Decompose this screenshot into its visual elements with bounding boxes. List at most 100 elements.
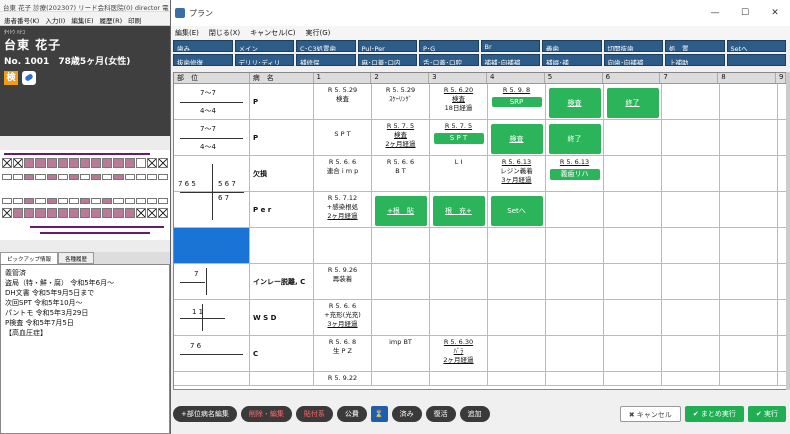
tooth[interactable] xyxy=(146,158,157,168)
done-button[interactable]: 済み xyxy=(391,406,422,422)
tooth[interactable] xyxy=(124,208,135,218)
plan-cell[interactable]: R 5. 6.20 検査 18日経過 xyxy=(430,84,488,119)
finish-button[interactable]: 終了 xyxy=(548,124,601,154)
plan-cell[interactable] xyxy=(546,264,604,299)
toolbar-button[interactable]: Pul･Per xyxy=(357,40,417,52)
tooth[interactable] xyxy=(35,158,46,168)
close-icon[interactable]: ✕ xyxy=(760,8,790,18)
plan-cell[interactable]: 終了 xyxy=(546,120,604,155)
plan-cell[interactable] xyxy=(662,336,720,371)
menu-close[interactable]: 閉じる(X) xyxy=(209,28,240,38)
disease-name[interactable]: W S D xyxy=(250,300,314,335)
tooth[interactable] xyxy=(35,208,46,218)
toolbar-button[interactable]: P･G xyxy=(419,40,479,52)
disease-name[interactable]: C xyxy=(250,336,314,371)
plan-cell[interactable] xyxy=(720,120,778,155)
tooth-position[interactable] xyxy=(174,228,250,263)
plan-cell[interactable]: R 5. 9.22 xyxy=(314,372,372,385)
toolbar-button[interactable] xyxy=(726,54,786,66)
medication-icon[interactable] xyxy=(22,71,36,85)
execute-button[interactable]: ✔ 実行 xyxy=(747,406,786,422)
plan-cell[interactable]: S P T xyxy=(314,120,372,155)
bg-menu-1[interactable]: 入力(I) xyxy=(45,17,65,25)
plan-cell[interactable] xyxy=(720,156,778,191)
plan-cell[interactable] xyxy=(372,264,430,299)
tooth[interactable] xyxy=(157,208,169,218)
toolbar-button[interactable]: 義歯 xyxy=(542,40,602,52)
toolbar-button[interactable]: Br xyxy=(480,40,540,52)
plan-cell[interactable] xyxy=(604,264,662,299)
table-row-selected[interactable] xyxy=(174,228,786,264)
disease-name[interactable]: インレー脱離, C xyxy=(250,264,314,299)
plan-cell[interactable] xyxy=(720,192,778,227)
plan-cell[interactable]: imp BT xyxy=(372,336,430,371)
disease-name[interactable] xyxy=(250,228,314,263)
plan-cell[interactable] xyxy=(372,300,430,335)
root-fill-button[interactable]: 根 充+ xyxy=(432,196,485,226)
plan-cell[interactable]: R 5. 6.30 ﾊﾞﾗ 2ヶ月経過 xyxy=(430,336,488,371)
tooth-position[interactable]: 7～7 4～4 xyxy=(174,120,250,155)
delete-edit-button[interactable]: 削除・編集 xyxy=(240,406,292,422)
tooth[interactable] xyxy=(113,158,124,168)
plan-cell[interactable] xyxy=(720,336,778,371)
tooth[interactable] xyxy=(24,158,35,168)
toolbar-button[interactable]: 麻･口蓋･口内 xyxy=(357,54,417,66)
tooth-position[interactable]: 7 xyxy=(174,264,250,299)
vertical-scrollbar[interactable] xyxy=(786,72,790,390)
plan-cell[interactable] xyxy=(662,264,720,299)
exam-badge[interactable]: 検 xyxy=(4,71,18,85)
toolbar-button[interactable]: 処 置 xyxy=(665,40,725,52)
toolbar-button[interactable]: C･C3処置歯 xyxy=(296,40,356,52)
toolbar-button[interactable]: 補補･向補補 xyxy=(480,54,540,66)
spt-button[interactable]: S P T xyxy=(433,133,484,144)
table-row[interactable]: 1 1 W S D R 5. 6. 6 +充形(光充) 3ヶ月経過 xyxy=(174,300,786,336)
toolbar-button[interactable]: 抜歯修復 xyxy=(173,54,233,66)
plan-cell[interactable]: L I xyxy=(430,156,488,191)
tab-history[interactable]: 各種履歴 xyxy=(58,252,95,264)
tooth[interactable] xyxy=(57,158,68,168)
plan-cell[interactable] xyxy=(662,84,720,119)
menu-cancel[interactable]: キャンセル(C) xyxy=(250,28,295,38)
public-expense-button[interactable]: 公費 xyxy=(336,406,367,422)
plan-cell[interactable] xyxy=(372,372,430,385)
table-row[interactable]: R 5. 9.22 xyxy=(174,372,786,386)
tooth[interactable] xyxy=(24,208,35,218)
tooth[interactable] xyxy=(79,208,91,218)
plan-cell[interactable] xyxy=(604,120,662,155)
disease-name[interactable]: P e r xyxy=(250,192,314,227)
denture-rehab-button[interactable]: 義歯リハ xyxy=(549,169,600,180)
table-row[interactable]: 6 7 P e r R 5. 7.12 +感染根処 2ヶ月経過 +根 貼 根 充+ … xyxy=(174,192,786,228)
tooth[interactable] xyxy=(113,208,124,218)
dental-chart[interactable] xyxy=(0,150,170,240)
plan-cell[interactable]: R 5. 6.13 レジン義着 3ヶ月経過 xyxy=(488,156,546,191)
root-treatment-button[interactable]: +根 貼 xyxy=(374,196,427,226)
cancel-button[interactable]: ✖ キャンセル xyxy=(619,406,681,422)
toolbar-button[interactable]: 補修保 xyxy=(296,54,356,66)
hourglass-icon[interactable]: ⌛ xyxy=(370,406,388,422)
toolbar-button[interactable]: 切開抜歯 xyxy=(603,40,663,52)
tooth[interactable] xyxy=(68,158,79,168)
disease-name[interactable]: 欠損 xyxy=(250,156,314,191)
plan-cell[interactable] xyxy=(488,264,546,299)
tooth[interactable] xyxy=(102,158,113,168)
exam-button[interactable]: 検査 xyxy=(490,124,543,154)
plan-cell[interactable]: 検査 xyxy=(546,84,604,119)
plan-cell[interactable] xyxy=(720,372,778,385)
add-button[interactable]: 追加 xyxy=(459,406,490,422)
tooth[interactable] xyxy=(79,158,91,168)
plan-cell[interactable]: R 5. 6. 8生 P Z xyxy=(314,336,372,371)
plan-cell[interactable] xyxy=(430,228,488,263)
edit-position-disease-button[interactable]: +部位病名編集 xyxy=(173,406,237,422)
tooth[interactable] xyxy=(68,208,79,218)
plan-cell[interactable]: Setへ xyxy=(488,192,546,227)
plan-cell[interactable]: R 5. 7. 5 S P T xyxy=(430,120,488,155)
exam-button[interactable]: 検査 xyxy=(548,88,601,118)
toolbar-button[interactable]: メイン xyxy=(234,40,294,52)
plan-cell[interactable] xyxy=(662,300,720,335)
plan-cell[interactable] xyxy=(546,192,604,227)
plan-cell[interactable]: R 5. 9.26 再装着 xyxy=(314,264,372,299)
plan-cell[interactable]: R 5. 9. 8 SRP xyxy=(488,84,546,119)
tooth[interactable] xyxy=(13,208,24,218)
tooth-position[interactable]: 7～7 4～4 xyxy=(174,84,250,119)
tooth[interactable] xyxy=(46,158,57,168)
